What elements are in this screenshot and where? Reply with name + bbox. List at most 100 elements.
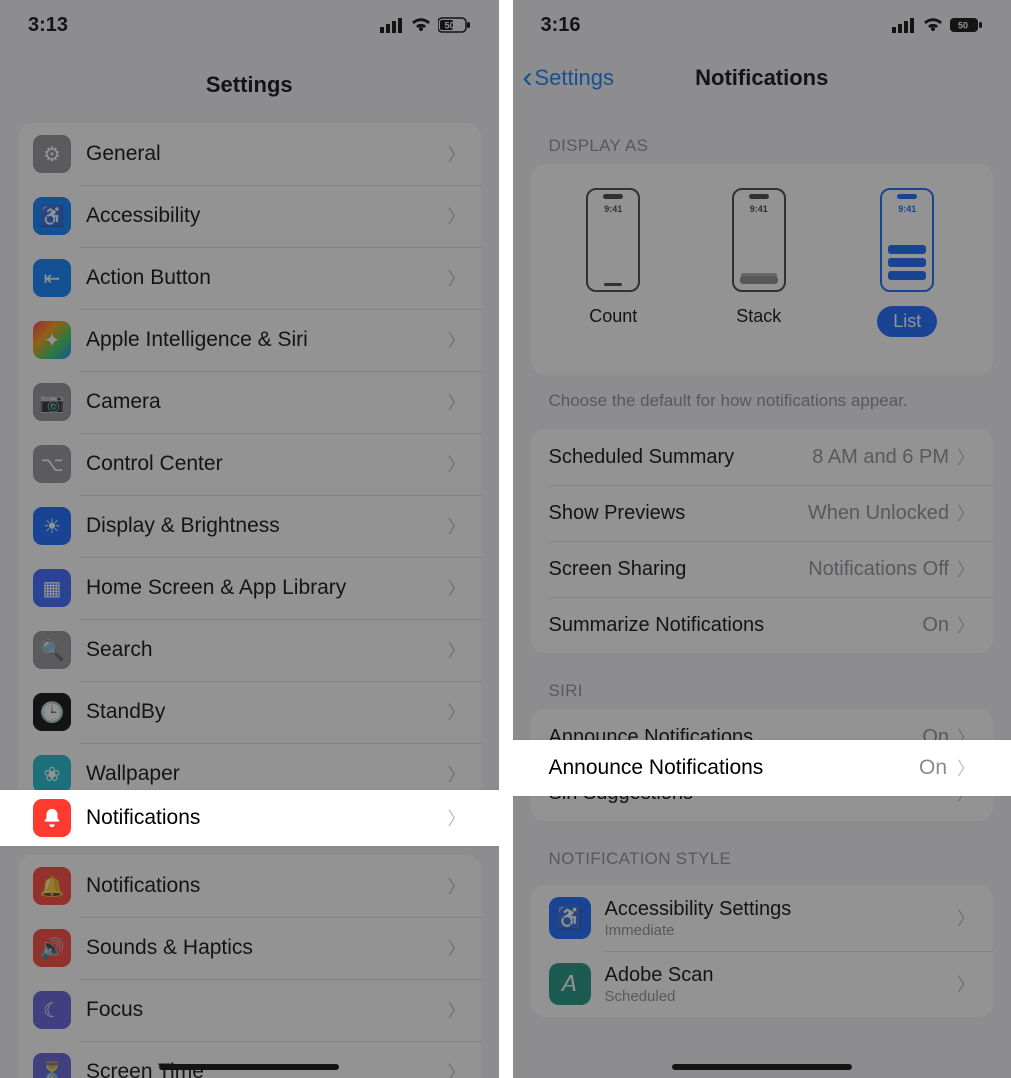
apple-intelligence-siri-row[interactable]: ✦ Apple Intelligence & Siri〉 [18, 309, 481, 371]
cellular-icon [380, 17, 404, 33]
notification-style-apps: ♿Accessibility SettingsImmediate〉𝘈Adobe … [531, 885, 994, 1017]
wifi-icon [410, 17, 432, 33]
summarize-notifications-row[interactable]: Summarize NotificationsOn 〉 [531, 597, 994, 653]
display-as-stack[interactable]: 9:41 Stack [732, 188, 786, 337]
chevron-right-icon: 〉 [448, 699, 466, 725]
cellular-icon [892, 17, 916, 33]
chevron-right-icon: 〉 [448, 997, 466, 1023]
home-screen-row-icon: ▦ [33, 569, 71, 607]
display-brightness-row-icon: ☀ [33, 507, 71, 545]
battery-icon: 50 [950, 17, 983, 33]
display-brightness-row-label: Display & Brightness [86, 514, 448, 538]
standby-row-label: StandBy [86, 700, 448, 724]
display-as-list-preview: 9:41 [880, 188, 934, 292]
settings-screen: 3:13 50 Settings ⚙General〉♿Accessibility… [0, 0, 511, 1078]
display-as-count[interactable]: 9:41Count [586, 188, 640, 337]
apple-intelligence-siri-row-icon: ✦ [33, 321, 71, 359]
scheduled-summary-row-label: Scheduled Summary [549, 446, 813, 469]
sounds-haptics-row-icon: 🔊 [33, 929, 71, 967]
display-as-stack-preview: 9:41 [732, 188, 786, 292]
page-title: Notifications [513, 65, 1011, 91]
svg-text:50: 50 [444, 21, 454, 31]
siri-suggestions-row-label: Siri Suggestions [549, 782, 958, 805]
search-row[interactable]: 🔍Search〉 [18, 619, 481, 681]
announce-notifications-row-value: On [922, 726, 949, 749]
chevron-right-icon: 〉 [957, 556, 975, 582]
camera-row-icon: 📷 [33, 383, 71, 421]
display-as-stack-label: Stack [736, 306, 781, 327]
chevron-right-icon: 〉 [448, 513, 466, 539]
app-accessibility-settings-label: Accessibility Settings [605, 898, 958, 921]
show-previews-row[interactable]: Show PreviewsWhen Unlocked 〉 [531, 485, 994, 541]
camera-row[interactable]: 📷Camera〉 [18, 371, 481, 433]
chevron-right-icon: 〉 [448, 203, 466, 229]
siri-suggestions-row[interactable]: Siri Suggestions〉 [531, 765, 994, 821]
siri-header: SIRI [513, 653, 1011, 709]
scheduled-summary-row[interactable]: Scheduled Summary8 AM and 6 PM〉 [531, 429, 994, 485]
accessibility-row-icon: ♿ [33, 197, 71, 235]
app-adobe-scan-label: Adobe Scan [605, 964, 958, 987]
notifications-options: Scheduled Summary8 AM and 6 PM〉Show Prev… [531, 429, 994, 653]
notification-style-header: NOTIFICATION STYLE [513, 821, 1011, 877]
control-center-row[interactable]: ⌥Control Center〉 [18, 433, 481, 495]
display-as-note: Choose the default for how notifications… [513, 375, 1011, 411]
apple-intelligence-siri-row-label: Apple Intelligence & Siri [86, 328, 448, 352]
display-as-count-preview: 9:41 [586, 188, 640, 292]
app-adobe-scan[interactable]: 𝘈Adobe ScanScheduled〉 [531, 951, 994, 1017]
chevron-right-icon: 〉 [448, 451, 466, 477]
notifications-row[interactable]: 🔔Notifications〉 [18, 855, 481, 917]
chevron-right-icon: 〉 [448, 1059, 466, 1078]
home-indicator [159, 1064, 339, 1070]
wifi-icon [922, 17, 944, 33]
nav-bar: ‹ Settings Notifications [513, 50, 1011, 108]
chevron-right-icon: 〉 [448, 389, 466, 415]
app-adobe-scan-icon: 𝘈 [549, 963, 591, 1005]
announce-notifications-row[interactable]: Announce NotificationsOn〉 [531, 709, 994, 765]
chevron-right-icon: 〉 [448, 265, 466, 291]
action-button-row-label: Action Button [86, 266, 448, 290]
chevron-right-icon: 〉 [957, 500, 975, 526]
chevron-right-icon: 〉 [957, 971, 975, 997]
action-button-row-icon: ⇤ [33, 259, 71, 297]
general-row[interactable]: ⚙General〉 [18, 123, 481, 185]
sounds-haptics-row-label: Sounds & Haptics [86, 936, 448, 960]
status-time: 3:16 [541, 14, 581, 37]
display-as-card: 9:41Count9:41Stack9:41List [531, 164, 994, 375]
standby-row[interactable]: 🕒 StandBy〉 [18, 681, 481, 743]
sounds-haptics-row[interactable]: 🔊Sounds & Haptics〉 [18, 917, 481, 979]
accessibility-row[interactable]: ♿Accessibility〉 [18, 185, 481, 247]
display-as-header: DISPLAY AS [513, 108, 1011, 164]
home-screen-row[interactable]: ▦Home Screen & App Library〉 [18, 557, 481, 619]
general-row-icon: ⚙ [33, 135, 71, 173]
focus-row[interactable]: ☾Focus〉 [18, 979, 481, 1041]
wallpaper-row-icon: ❀ [33, 755, 71, 793]
screen-sharing-row-label: Screen Sharing [549, 558, 809, 581]
wallpaper-row[interactable]: ❀Wallpaper〉 [18, 743, 481, 805]
siri-options: Announce NotificationsOn〉Siri Suggestion… [531, 709, 994, 821]
display-as-list[interactable]: 9:41 List [877, 188, 937, 337]
show-previews-row-value: When Unlocked [808, 502, 949, 525]
display-brightness-row[interactable]: ☀ Display & Brightness〉 [18, 495, 481, 557]
control-center-row-label: Control Center [86, 452, 448, 476]
app-accessibility-settings-icon: ♿ [549, 897, 591, 939]
screen-time-row[interactable]: ⏳Screen Time〉 [18, 1041, 481, 1078]
action-button-row[interactable]: ⇤ Action Button〉 [18, 247, 481, 309]
home-indicator [672, 1064, 852, 1070]
wallpaper-row-label: Wallpaper [86, 762, 448, 786]
scheduled-summary-row-value: 8 AM and 6 PM [812, 446, 949, 469]
screen-sharing-row[interactable]: Screen SharingNotifications Off 〉 [531, 541, 994, 597]
summarize-notifications-row-label: Summarize Notifications [549, 614, 923, 637]
display-as-list-label: List [877, 306, 937, 337]
summarize-notifications-row-value: On [922, 614, 949, 637]
screen-sharing-row-value: Notifications Off [808, 558, 949, 581]
notifications-row-icon: 🔔 [33, 867, 71, 905]
show-previews-row-label: Show Previews [549, 502, 808, 525]
home-screen-row-label: Home Screen & App Library [86, 576, 448, 600]
chevron-right-icon: 〉 [957, 612, 975, 638]
standby-row-icon: 🕒 [33, 693, 71, 731]
status-time: 3:13 [28, 14, 68, 37]
screen-time-row-icon: ⏳ [33, 1053, 71, 1078]
chevron-right-icon: 〉 [448, 327, 466, 353]
announce-notifications-row-label: Announce Notifications [549, 726, 923, 749]
app-accessibility-settings[interactable]: ♿Accessibility SettingsImmediate〉 [531, 885, 994, 951]
